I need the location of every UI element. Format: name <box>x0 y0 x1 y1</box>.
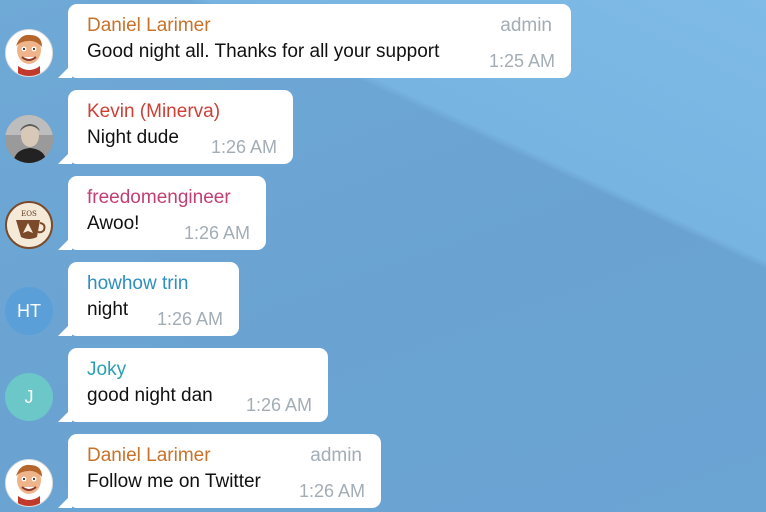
bubble-tail <box>58 150 72 164</box>
user-photo-icon <box>5 115 53 163</box>
avatar-freedomengineer[interactable]: EOS <box>5 201 53 249</box>
bubble-tail <box>58 408 72 422</box>
sender-name[interactable]: freedomengineer <box>87 185 247 211</box>
avatar-initials: HT <box>17 300 41 321</box>
message-bubble: Daniel Larimer admin Follow me on Twitte… <box>58 434 381 508</box>
admin-badge: admin <box>310 445 362 466</box>
message-bubble: Daniel Larimer admin Good night all. Tha… <box>58 4 571 78</box>
message-time: 1:26 AM <box>183 223 250 243</box>
message-time: 1:26 AM <box>298 481 365 501</box>
message-bubble: freedomengineer Awoo! 1:26 AM <box>58 176 266 250</box>
cartoon-face-icon <box>6 30 52 76</box>
sender-name[interactable]: Joky <box>87 357 309 383</box>
avatar-howhow-trin[interactable]: HT <box>5 287 53 335</box>
svg-text:EOS: EOS <box>21 210 37 218</box>
message-time: 1:26 AM <box>156 309 223 329</box>
admin-badge: admin <box>500 15 552 36</box>
bubble-tail <box>58 494 72 508</box>
cartoon-face-icon <box>6 460 52 506</box>
avatar-kevin-minerva[interactable] <box>5 115 53 163</box>
avatar-daniel-larimer[interactable] <box>5 29 53 77</box>
message-bubble: Joky good night dan 1:26 AM <box>58 348 328 422</box>
sender-name[interactable]: Daniel Larimer <box>87 13 552 39</box>
message-bubble: Kevin (Minerva) Night dude 1:26 AM <box>58 90 293 164</box>
avatar-initials: J <box>24 386 34 407</box>
message-time: 1:25 AM <box>488 51 555 71</box>
message-time: 1:26 AM <box>245 395 312 415</box>
coffee-cup-logo-icon: EOS <box>7 203 51 247</box>
bubble-tail <box>58 236 72 250</box>
avatar-daniel-larimer[interactable] <box>5 459 53 507</box>
message-bubble: howhow trin night 1:26 AM <box>58 262 239 336</box>
sender-name[interactable]: Kevin (Minerva) <box>87 99 274 125</box>
message-text: Good night all. Thanks for all your supp… <box>87 41 440 62</box>
message-time: 1:26 AM <box>210 137 277 157</box>
sender-name[interactable]: howhow trin <box>87 271 220 297</box>
avatar-joky[interactable]: J <box>5 373 53 421</box>
bubble-tail <box>58 64 72 78</box>
bubble-tail <box>58 322 72 336</box>
chat-window: { "messages": [ { "sender": "Daniel Lari… <box>0 0 766 512</box>
